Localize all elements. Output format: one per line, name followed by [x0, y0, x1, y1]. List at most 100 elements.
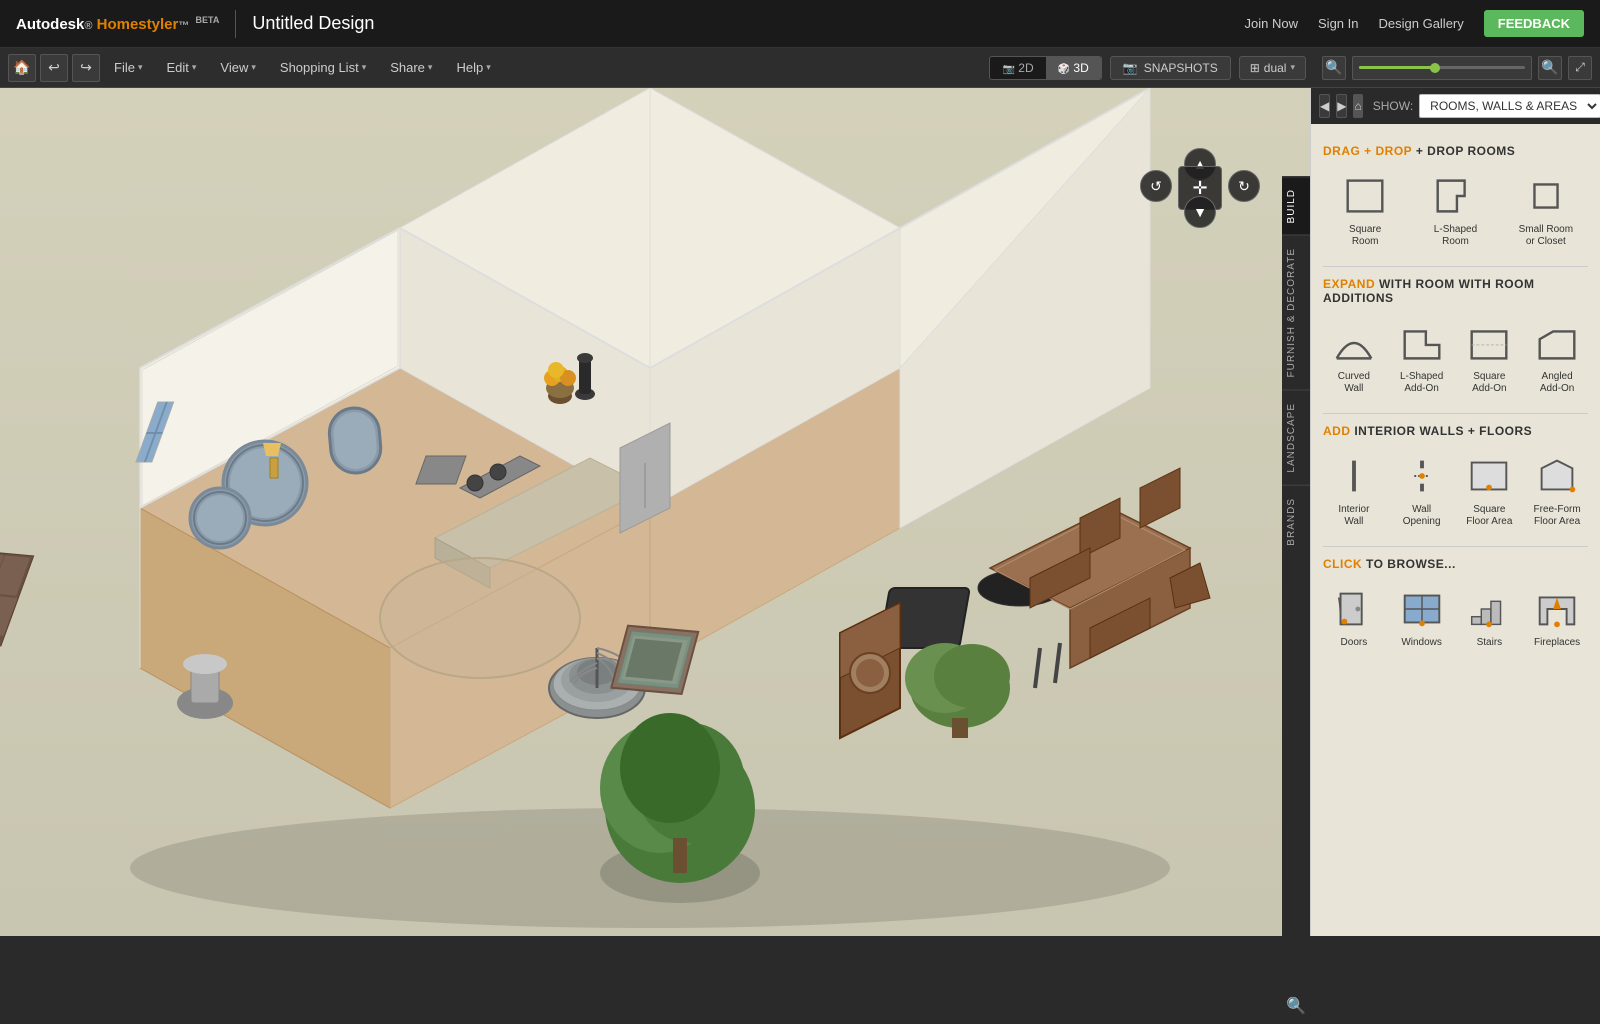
square-floor-area-icon: [1464, 454, 1514, 498]
camera-icon: 📷: [1123, 61, 1138, 75]
join-now-link[interactable]: Join Now: [1245, 16, 1298, 31]
zoom-thumb: [1430, 63, 1440, 73]
small-room-icon: [1521, 174, 1571, 218]
square-floor-area-label: SquareFloor Area: [1466, 504, 1512, 528]
house-scene: ▲ ↺ ↻ ▼: [0, 88, 1310, 936]
nav-down-button[interactable]: ▼: [1184, 196, 1216, 228]
fireplaces-icon: [1532, 587, 1582, 631]
dual-arrow: ▾: [1290, 62, 1295, 73]
curved-wall-icon: [1329, 321, 1379, 365]
sign-in-link[interactable]: Sign In: [1318, 16, 1358, 31]
help-menu[interactable]: Help ▾: [446, 56, 500, 79]
drag-drop-rooms-grid: SquareRoom L-ShapedRoom: [1323, 168, 1588, 252]
view-2d-button[interactable]: 📷 2D: [990, 57, 1045, 79]
browse-grid: Doors Windows: [1323, 581, 1588, 653]
stairs-icon: [1464, 587, 1514, 631]
stairs-label: Stairs: [1477, 637, 1503, 649]
panel-forward-button[interactable]: ▶: [1336, 94, 1347, 118]
edit-menu[interactable]: Edit ▾: [156, 56, 206, 79]
interior-wall-item[interactable]: InteriorWall: [1323, 448, 1385, 532]
tab-brands[interactable]: BRANDS: [1282, 485, 1310, 558]
snapshots-button[interactable]: 📷 SNAPSHOTS: [1110, 56, 1231, 80]
dual-icon: ⊞: [1250, 61, 1260, 75]
angled-addon-label: AngledAdd-On: [1540, 371, 1574, 395]
l-shaped-room-icon: [1430, 174, 1480, 218]
windows-label: Windows: [1401, 637, 1442, 649]
small-room-item[interactable]: Small Roomor Closet: [1504, 168, 1588, 252]
panel-back-button[interactable]: ◀: [1319, 94, 1330, 118]
redo-button[interactable]: ↪: [72, 54, 100, 82]
expand-rooms-header: EXPAND WITH ROOM WITH ROOM ADDITIONS: [1323, 277, 1588, 305]
l-shaped-room-item[interactable]: L-ShapedRoom: [1413, 168, 1497, 252]
l-shaped-room-label: L-ShapedRoom: [1434, 224, 1477, 248]
logo-text: Autodesk® Homestyler™ BETA: [16, 15, 219, 33]
square-addon-item[interactable]: SquareAdd-On: [1459, 315, 1521, 399]
tab-furnish[interactable]: FURNISH & DECORATE: [1282, 235, 1310, 390]
main-content: ▲ ↺ ↻ ▼ BUILD FURNISH & DECORATE LANDSCA…: [0, 88, 1600, 936]
square-floor-area-item[interactable]: SquareFloor Area: [1459, 448, 1521, 532]
title-separator: [235, 10, 236, 38]
tab-build[interactable]: BUILD: [1282, 176, 1310, 235]
wall-opening-item[interactable]: WallOpening: [1391, 448, 1453, 532]
shopping-list-menu[interactable]: Shopping List ▾: [270, 56, 376, 79]
browse-header: CLICK TO BROWSE...: [1323, 557, 1588, 571]
zoom-in-button[interactable]: 🔍: [1538, 56, 1562, 80]
free-form-floor-icon: [1532, 454, 1582, 498]
show-dropdown[interactable]: ROOMS, WALLS & AREAS ALL FLOORS ONLY: [1419, 94, 1600, 118]
l-shaped-addon-item[interactable]: L-ShapedAdd-On: [1391, 315, 1453, 399]
square-addon-icon: [1464, 321, 1514, 365]
small-room-label: Small Roomor Closet: [1519, 224, 1573, 248]
zoom-slider[interactable]: [1352, 56, 1532, 80]
zoom-fill: [1359, 66, 1434, 69]
nav-rotate-right-button[interactable]: ↻: [1228, 170, 1260, 202]
doors-icon: [1329, 587, 1379, 631]
panel-search-icon[interactable]: 🔍: [1282, 988, 1310, 1024]
l-shaped-addon-label: L-ShapedAdd-On: [1400, 371, 1443, 395]
edit-menu-arrow: ▾: [192, 62, 197, 73]
curved-wall-item[interactable]: Curved Wall: [1323, 315, 1385, 399]
logo: Autodesk® Homestyler™ BETA: [16, 15, 219, 33]
view-toggle: 📷 2D 🎲 3D: [989, 56, 1101, 80]
interior-walls-header: ADD INTERIOR WALLS + FLOORS: [1323, 424, 1588, 438]
fireplaces-item[interactable]: Fireplaces: [1526, 581, 1588, 653]
file-menu[interactable]: File ▾: [104, 56, 152, 79]
home-button[interactable]: 🏠: [8, 54, 36, 82]
doors-item[interactable]: Doors: [1323, 581, 1385, 653]
share-menu[interactable]: Share ▾: [380, 56, 442, 79]
house-svg-scene: [0, 88, 1310, 936]
view-menu[interactable]: View ▾: [210, 56, 265, 79]
angled-addon-item[interactable]: AngledAdd-On: [1526, 315, 1588, 399]
square-room-item[interactable]: SquareRoom: [1323, 168, 1407, 252]
canvas-area[interactable]: ▲ ↺ ↻ ▼: [0, 88, 1310, 936]
menu-right: 🔍 🔍 ⤢: [1322, 56, 1592, 80]
menu-bar: 🏠 ↩ ↪ File ▾ Edit ▾ View ▾ Shopping List…: [0, 48, 1600, 88]
help-menu-arrow: ▾: [486, 62, 491, 73]
zoom-out-button[interactable]: 🔍: [1322, 56, 1346, 80]
feedback-button[interactable]: FEEDBACK: [1484, 10, 1584, 37]
show-label: SHOW:: [1373, 99, 1413, 113]
stairs-item[interactable]: Stairs: [1459, 581, 1521, 653]
navigation-controls: ▲ ↺ ↻ ▼: [1140, 148, 1260, 228]
nav-rotate-left-button[interactable]: ↺: [1140, 170, 1172, 202]
free-form-floor-label: Free-FormFloor Area: [1534, 504, 1581, 528]
shopping-list-arrow: ▾: [362, 62, 367, 73]
dual-button[interactable]: ⊞ dual ▾: [1239, 56, 1306, 80]
divider-1: [1323, 266, 1588, 267]
panel-header: ◀ ▶ ⌂ SHOW: ROOMS, WALLS & AREAS ALL FLO…: [1311, 88, 1600, 124]
free-form-floor-item[interactable]: Free-FormFloor Area: [1526, 448, 1588, 532]
design-gallery-link[interactable]: Design Gallery: [1379, 16, 1464, 31]
wall-opening-label: WallOpening: [1403, 504, 1441, 528]
right-panel: ◀ ▶ ⌂ SHOW: ROOMS, WALLS & AREAS ALL FLO…: [1310, 88, 1600, 936]
view-3d-button[interactable]: 🎲 3D: [1046, 57, 1101, 79]
fullscreen-button[interactable]: ⤢: [1568, 56, 1592, 80]
menu-bar-left: 🏠 ↩ ↪ File ▾ Edit ▾ View ▾ Shopping List…: [8, 54, 501, 82]
undo-button[interactable]: ↩: [40, 54, 68, 82]
square-addon-label: SquareAdd-On: [1472, 371, 1506, 395]
interior-walls-grid: InteriorWall WallOpening: [1323, 448, 1588, 532]
design-title: Untitled Design: [252, 13, 374, 34]
panel-home-button[interactable]: ⌂: [1353, 94, 1362, 118]
view-menu-arrow: ▾: [251, 62, 256, 73]
windows-item[interactable]: Windows: [1391, 581, 1453, 653]
tab-landscape[interactable]: LANDSCAPE: [1282, 390, 1310, 485]
panel-body: DRAG + DROP + DROP ROOMS SquareRoom: [1311, 124, 1600, 936]
